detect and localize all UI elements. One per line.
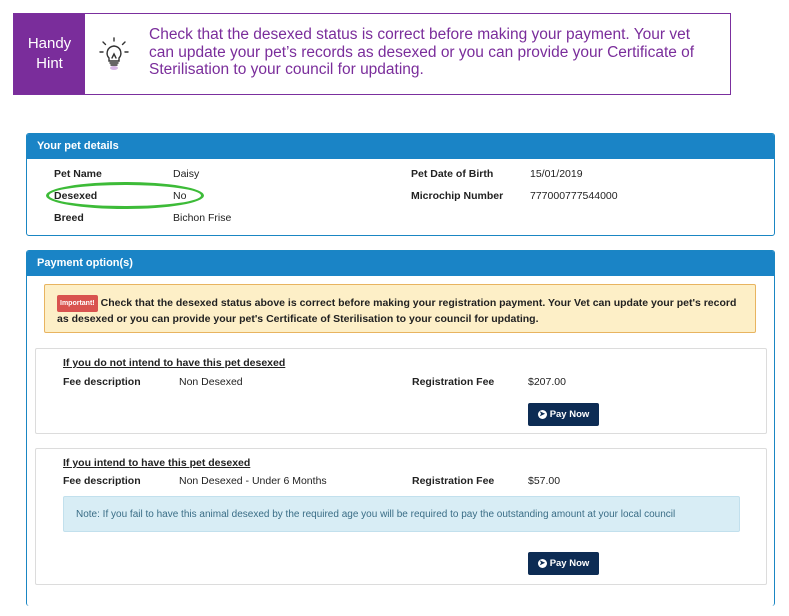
option-title: If you intend to have this pet desexed: [63, 457, 251, 469]
important-badge: Important!: [57, 295, 98, 312]
lightbulb-icon: [85, 14, 143, 94]
hint-label-line1: Handy: [27, 35, 72, 52]
pay-now-label: Pay Now: [549, 409, 590, 420]
option-title: If you do not intend to have this pet de…: [63, 357, 286, 369]
payment-option-non-desexed: If you do not intend to have this pet de…: [35, 348, 767, 434]
important-notice: Important! Check that the desexed status …: [44, 284, 756, 333]
microchip-label: Microchip Number: [411, 190, 504, 202]
payment-options-heading: Payment option(s): [27, 251, 774, 276]
pet-details-panel: Your pet details Pet Name Daisy Desexed …: [26, 133, 775, 236]
pay-now-button[interactable]: ➤ Pay Now: [528, 403, 599, 426]
arrow-circle-right-icon: ➤: [537, 559, 547, 568]
important-notice-text: Check that the desexed status above is c…: [57, 297, 737, 325]
pet-details-heading: Your pet details: [27, 134, 774, 159]
hint-label-line2: Hint: [36, 55, 63, 72]
hint-text: Check that the desexed status is correct…: [149, 26, 695, 78]
breed-value: Bichon Frise: [173, 212, 232, 224]
handy-hint-label: Handy Hint: [14, 14, 85, 94]
registration-fee-label: Registration Fee: [412, 376, 495, 388]
fee-description-label: Fee description: [63, 475, 141, 487]
pay-now-label: Pay Now: [549, 558, 590, 569]
breed-label: Breed: [54, 212, 84, 224]
payment-options-panel: Payment option(s) Important! Check that t…: [26, 250, 775, 606]
dob-value: 15/01/2019: [530, 168, 583, 180]
pet-name-value: Daisy: [173, 168, 200, 180]
microchip-value: 777000777544000: [530, 190, 618, 202]
payment-option-under-6-months: If you intend to have this pet desexed F…: [35, 448, 767, 585]
dob-label: Pet Date of Birth: [411, 168, 494, 180]
registration-fee-label: Registration Fee: [412, 475, 495, 487]
registration-fee-value: $57.00: [528, 475, 561, 487]
pay-now-button[interactable]: ➤ Pay Now: [528, 552, 599, 575]
desexing-note: Note: If you fail to have this animal de…: [63, 496, 740, 532]
registration-fee-value: $207.00: [528, 376, 566, 388]
fee-description-label: Fee description: [63, 376, 141, 388]
desexed-label: Desexed: [54, 190, 98, 202]
arrow-circle-right-icon: ➤: [537, 410, 547, 419]
desexed-value: No: [173, 190, 187, 202]
fee-description-value: Non Desexed: [179, 376, 243, 388]
pet-name-label: Pet Name: [54, 168, 102, 180]
handy-hint-box: Handy Hint Check that the desexed status…: [13, 13, 731, 95]
fee-description-value: Non Desexed - Under 6 Months: [179, 475, 327, 487]
